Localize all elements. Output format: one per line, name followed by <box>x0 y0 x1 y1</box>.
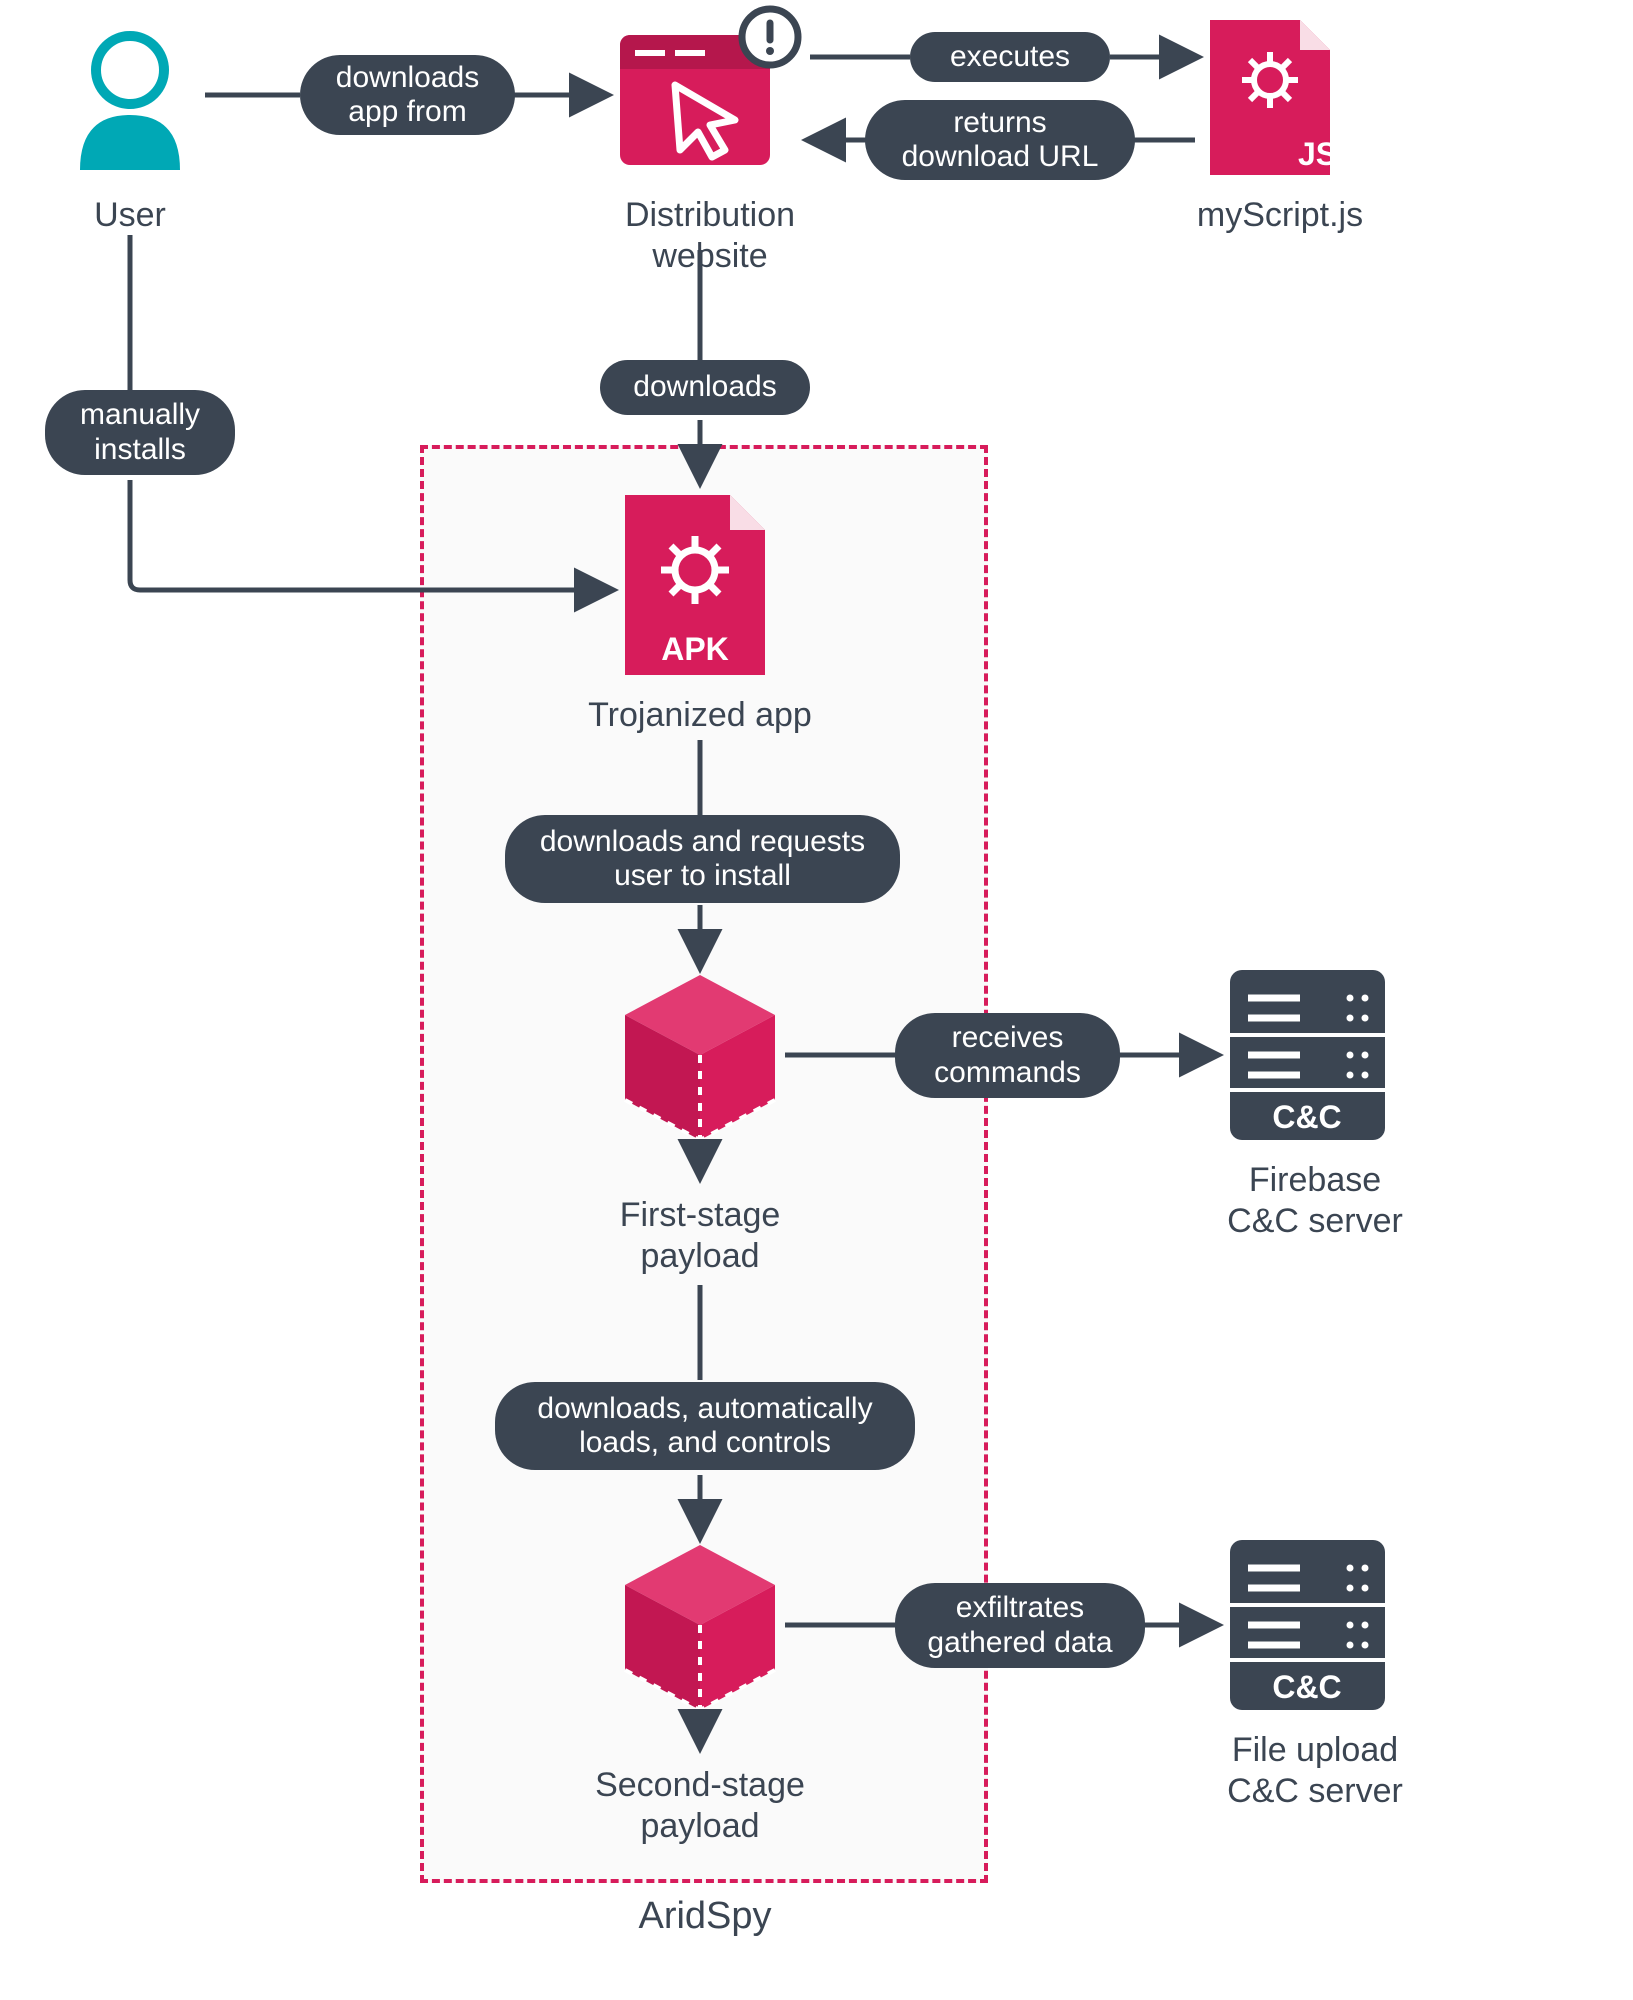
second-stage-label: Second-stage payload <box>580 1765 820 1847</box>
cc-label-1: C&C <box>1272 1099 1341 1135</box>
edge-downloads-app-from: downloads app from <box>300 55 515 135</box>
first-stage-label: First-stage payload <box>595 1195 805 1277</box>
user-icon <box>80 36 180 170</box>
distribution-website-label: Distribution website <box>600 195 820 277</box>
firebase-server-icon: C&C <box>1230 970 1385 1140</box>
edge-downloads-requests-install: downloads and requests user to install <box>505 815 900 903</box>
js-file-icon: JS <box>1210 20 1337 175</box>
edge-receives-commands: receives commands <box>895 1013 1120 1098</box>
myscript-label: myScript.js <box>1180 195 1380 236</box>
firebase-cc-label: Firebase C&C server <box>1210 1160 1420 1242</box>
file-upload-server-icon: C&C <box>1230 1540 1385 1710</box>
diagram-svg-layer: JS APK <box>0 0 1633 2000</box>
edge-downloads: downloads <box>600 360 810 415</box>
js-file-label: JS <box>1298 136 1337 172</box>
aridspy-group-label: AridSpy <box>620 1895 790 1938</box>
edge-downloads-loads-controls: downloads, automatically loads, and cont… <box>495 1382 915 1470</box>
edge-exfiltrates-data: exfiltrates gathered data <box>895 1583 1145 1668</box>
apk-file-label: APK <box>661 631 729 667</box>
edge-returns-download-url: returns download URL <box>865 100 1135 180</box>
apk-file-icon: APK <box>625 495 765 675</box>
second-stage-cube-icon <box>625 1545 775 1745</box>
edge-executes: executes <box>910 32 1110 82</box>
file-upload-cc-label: File upload C&C server <box>1210 1730 1420 1812</box>
user-label: User <box>80 195 180 236</box>
edge-manually-installs: manually installs <box>45 390 235 475</box>
first-stage-cube-icon <box>625 975 775 1175</box>
distribution-website-icon <box>620 9 798 165</box>
diagram-canvas: JS APK <box>0 0 1633 2000</box>
cc-label-2: C&C <box>1272 1669 1341 1705</box>
trojanized-app-label: Trojanized app <box>570 695 830 736</box>
